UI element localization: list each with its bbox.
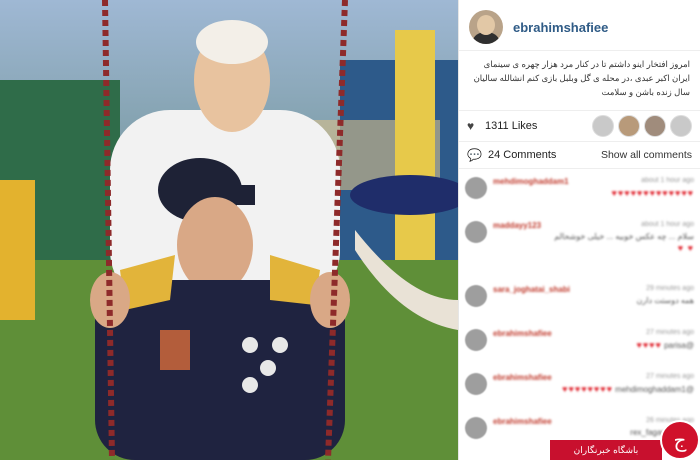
username-link[interactable]: ebrahimshafiee: [513, 20, 608, 35]
comments-row: 💬 24 Comments Show all comments: [459, 142, 700, 169]
post-side-panel: ebrahimshafiee امروز افتخار اینو داشتم ت…: [458, 0, 700, 460]
liker-avatar[interactable]: [670, 115, 692, 137]
likers-avatars: [592, 115, 692, 137]
post-photo[interactable]: [0, 0, 458, 460]
avatar[interactable]: [469, 10, 503, 44]
comment-item: about 1 hour ago maddayy123 سلام ... چه …: [465, 217, 694, 281]
heart-icon[interactable]: ♥: [467, 120, 479, 132]
comment-hearts: ♥♥♥♥♥♥♥♥♥♥♥♥♥: [611, 188, 694, 198]
comment-mention[interactable]: @parisa: [664, 341, 694, 350]
comment-time: 27 minutes ago: [646, 373, 694, 380]
post-photo-image: [0, 0, 458, 460]
commenter-avatar[interactable]: [465, 285, 487, 307]
comment-item: 27 minutes ago ebrahimshafiee @mehdimogh…: [465, 369, 694, 413]
comment-hearts: ♥♥♥♥♥♥♥♥: [562, 384, 613, 394]
comment-time: 27 minutes ago: [646, 329, 694, 336]
liker-avatar[interactable]: [644, 115, 666, 137]
instagram-post-view: ebrahimshafiee امروز افتخار اینو داشتم ت…: [0, 0, 700, 460]
comment-time: about 1 hour ago: [641, 177, 694, 184]
liker-avatar[interactable]: [592, 115, 614, 137]
comment-item: 27 minutes ago ebrahimshafiee @parisa ♥♥…: [465, 325, 694, 369]
post-caption: امروز افتخار اینو داشتم تا در کنار مرد ه…: [459, 51, 700, 111]
comment-text: @mehdimoghaddam1 ♥♥♥♥♥♥♥♥: [493, 384, 694, 394]
comment-bubble-icon: 💬: [467, 148, 482, 162]
comment-hearts: ♥♥♥♥: [636, 340, 662, 350]
commenter-avatar[interactable]: [465, 373, 487, 395]
likes-row: ♥ 1311 Likes: [459, 111, 700, 142]
commenter-avatar[interactable]: [465, 221, 487, 243]
comment-text: همه دوستت دارن: [636, 296, 695, 305]
comment-item: 29 minutes ago sara_joghatai_shabi همه د…: [465, 281, 694, 325]
comments-list: about 1 hour ago mehdimoghaddam1 ♥♥♥♥♥♥♥…: [459, 169, 700, 460]
comment-item: about 1 hour ago mehdimoghaddam1 ♥♥♥♥♥♥♥…: [465, 173, 694, 217]
comment-mention[interactable]: @mehdimoghaddam1: [615, 385, 694, 394]
news-agency-watermark: باشگاه خبرنگاران ج: [550, 420, 700, 460]
commenter-avatar[interactable]: [465, 417, 487, 439]
commenter-avatar[interactable]: [465, 177, 487, 199]
watermark-label: باشگاه خبرنگاران: [550, 440, 662, 460]
comments-count: 24 Comments: [487, 149, 557, 161]
commenter-avatar[interactable]: [465, 329, 487, 351]
liker-avatar[interactable]: [618, 115, 640, 137]
comment-time: about 1 hour ago: [641, 221, 694, 228]
show-all-comments-link[interactable]: Show all comments: [601, 149, 692, 161]
post-header: ebrahimshafiee: [459, 0, 700, 51]
comment-time: 29 minutes ago: [646, 285, 694, 292]
likes-count[interactable]: 1311 Likes: [485, 120, 537, 132]
comment-hearts: ♥ ♥: [677, 243, 694, 253]
comment-text: سلام ... چه عکس خوبیه ... خیلی خوشحالم: [554, 232, 694, 241]
comment-text: @parisa ♥♥♥♥: [493, 340, 694, 350]
agency-logo-icon: ج: [660, 420, 700, 460]
